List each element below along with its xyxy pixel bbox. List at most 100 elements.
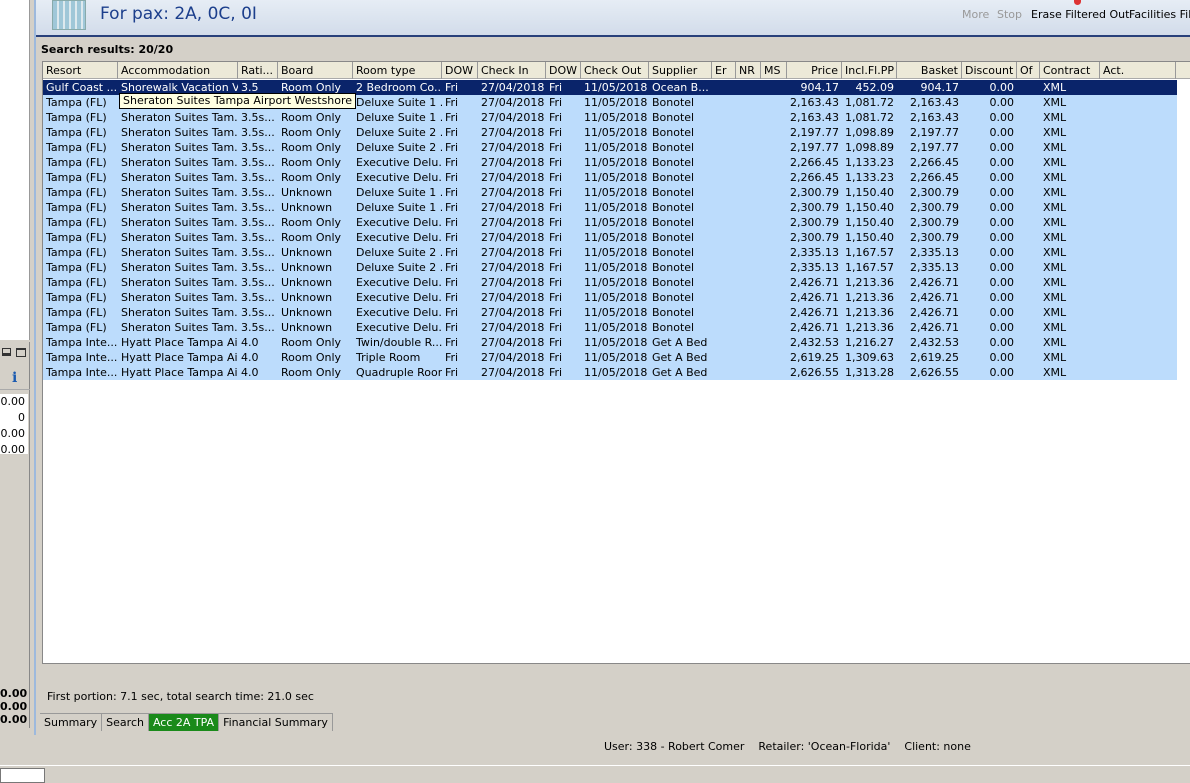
column-header[interactable]: Supplier	[649, 62, 712, 79]
table-cell: 3.5s...	[241, 156, 275, 169]
column-header[interactable]: Incl.Fl.PP	[842, 62, 897, 79]
table-row[interactable]: Tampa (FL) Sheraton Suites Tam... 3.5s... U…	[43, 260, 1177, 275]
table-row[interactable]: Tampa (FL) Sheraton Suites Tam... 3.5s... U…	[43, 185, 1177, 200]
column-header[interactable]: Resort	[43, 62, 118, 79]
table-cell: Fri	[445, 351, 459, 364]
table-cell: Fri	[445, 141, 459, 154]
table-cell: 2,300.79	[790, 216, 839, 229]
bottom-input[interactable]	[0, 768, 45, 783]
table-cell: 2,432.53	[790, 336, 839, 349]
info-icon[interactable]: i	[12, 370, 17, 386]
column-header[interactable]: Er	[712, 62, 736, 79]
table-cell: 1,313.28	[845, 366, 894, 379]
table-cell: 2,335.13	[790, 261, 839, 274]
table-row[interactable]: Tampa Inte... Hyatt Place Tampa Ai... 4.0 R…	[43, 365, 1177, 380]
table-row[interactable]: Tampa (FL) Sheraton Suites Tam... 3.5s... U…	[43, 290, 1177, 305]
more-button[interactable]: More	[962, 8, 989, 21]
table-cell: 3.5s...	[241, 231, 275, 244]
table-cell: 27/04/2018	[481, 231, 545, 244]
table-cell	[1100, 110, 1176, 125]
tab-search[interactable]: Search	[102, 714, 149, 731]
table-cell: 1,081.72	[845, 96, 894, 109]
table-cell	[1017, 290, 1040, 305]
table-cell: XML	[1043, 96, 1067, 109]
table-row[interactable]: Tampa (FL) Sheraton Suites Tam...3.5s... R…	[43, 140, 1177, 155]
table-cell: 11/05/2018	[584, 246, 648, 259]
table-row[interactable]: Tampa (FL) Sheraton Suites Tam...3.5s... R…	[43, 125, 1177, 140]
table-cell	[712, 80, 736, 95]
table-row[interactable]: Tampa (FL) Sheraton Suites Tam... 3.5s... U…	[43, 305, 1177, 320]
table-cell	[712, 125, 736, 140]
table-row[interactable]: Tampa Inte... Hyatt Place Tampa Ai... 4.0 R…	[43, 335, 1177, 350]
table-cell: Unknown	[281, 246, 333, 259]
left-values: 0.00 0 0.00 0.00	[0, 394, 28, 456]
column-header[interactable]: Accommodation	[118, 62, 238, 79]
table-cell: 27/04/2018	[481, 351, 545, 364]
column-header[interactable]: Contract	[1040, 62, 1100, 79]
column-header[interactable]: NR	[736, 62, 761, 79]
table-row[interactable]: Tampa (FL) Sheraton Suites Tam...3.5s... R…	[43, 170, 1177, 185]
table-row[interactable]: Tampa (FL) Sheraton Suites Tam... 3.5s... U…	[43, 245, 1177, 260]
table-cell: Tampa (FL)	[46, 111, 107, 124]
table-cell: XML	[1043, 351, 1067, 364]
table-cell	[736, 230, 761, 245]
erase-filtered-out-button[interactable]: Erase Filtered Out	[1031, 8, 1129, 21]
table-cell: Room Only	[281, 156, 342, 169]
tab-acc-2a-tpa[interactable]: Acc 2A TPA	[148, 714, 220, 731]
table-cell: Bonotel	[652, 321, 695, 334]
table-cell	[761, 290, 787, 305]
facilities-filter-button[interactable]: Facilities Filte	[1129, 8, 1190, 21]
table-cell	[1017, 260, 1040, 275]
table-cell: Fri	[549, 201, 563, 214]
table-row[interactable]: Tampa (FL) Sheraton Suites Tam... 3.5s... U…	[43, 275, 1177, 290]
minimize-icon[interactable]	[2, 348, 11, 356]
table-row[interactable]: Tampa (FL) Sheraton Suites Tam...3.5s... R…	[43, 110, 1177, 125]
column-header[interactable]: Check Out	[581, 62, 649, 79]
table-cell	[1100, 350, 1176, 365]
table-row[interactable]: Tampa (FL) Sheraton Suites Tam... 3.5s... U…	[43, 320, 1177, 335]
table-cell: 2,626.55	[790, 366, 839, 379]
column-header[interactable]: Check In	[478, 62, 546, 79]
table-cell: Deluxe Suite 2 ...	[356, 261, 442, 274]
table-cell	[1100, 245, 1176, 260]
maximize-icon[interactable]	[16, 348, 26, 357]
table-cell: Bonotel	[652, 186, 695, 199]
table-cell: XML	[1043, 246, 1067, 259]
tab-summary[interactable]: Summary	[40, 714, 103, 731]
column-header[interactable]: Discount	[962, 62, 1017, 79]
table-cell: 11/05/2018	[584, 96, 648, 109]
table-cell: XML	[1043, 186, 1067, 199]
table-row[interactable]: Tampa (FL) Sheraton Suites Tam...3.5s... R…	[43, 215, 1177, 230]
table-cell: Fri	[549, 246, 563, 259]
column-header[interactable]: Rati...	[238, 62, 278, 79]
table-cell: Room Only	[281, 141, 342, 154]
table-row[interactable]: Tampa (FL) Sheraton Suites Tam...3.5s... R…	[43, 230, 1177, 245]
table-cell: 1,081.72	[845, 111, 894, 124]
table-cell: Gulf Coast ...	[46, 81, 118, 94]
column-header[interactable]: DOW	[442, 62, 478, 79]
table-cell	[761, 200, 787, 215]
table-row[interactable]: Tampa Inte... Hyatt Place Tampa Ai... 4.0 R…	[43, 350, 1177, 365]
column-header[interactable]: Basket	[897, 62, 962, 79]
column-header[interactable]: Price	[787, 62, 842, 79]
table-row[interactable]: Tampa (FL) Sheraton Suites Tam...3.5s... R…	[43, 155, 1177, 170]
column-header[interactable]: DOW	[546, 62, 581, 79]
table-cell: 3.5s...	[241, 306, 275, 319]
column-header[interactable]: MS	[761, 62, 787, 79]
column-header[interactable]: Of	[1017, 62, 1040, 79]
table-cell: 3.5s...	[241, 186, 275, 199]
table-cell	[1100, 320, 1176, 335]
table-row[interactable]: Tampa (FL) Sheraton Suites Tam... 3.5s... U…	[43, 200, 1177, 215]
table-cell: 11/05/2018	[584, 111, 648, 124]
table-cell	[1100, 125, 1176, 140]
table-cell: 0.00	[989, 126, 1015, 139]
tab-financial-summary[interactable]: Financial Summary	[219, 714, 333, 731]
table-cell	[1017, 275, 1040, 290]
column-header[interactable]: Room type	[353, 62, 442, 79]
column-header[interactable]: Board	[278, 62, 353, 79]
table-cell: 1,309.63	[845, 351, 894, 364]
stop-button[interactable]: Stop	[997, 8, 1022, 21]
tooltip: Sheraton Suites Tampa Airport Westshore	[119, 93, 357, 109]
column-header[interactable]: Act. Supplier	[1100, 62, 1176, 79]
table-cell: Sheraton Suites Tam...	[121, 321, 238, 334]
